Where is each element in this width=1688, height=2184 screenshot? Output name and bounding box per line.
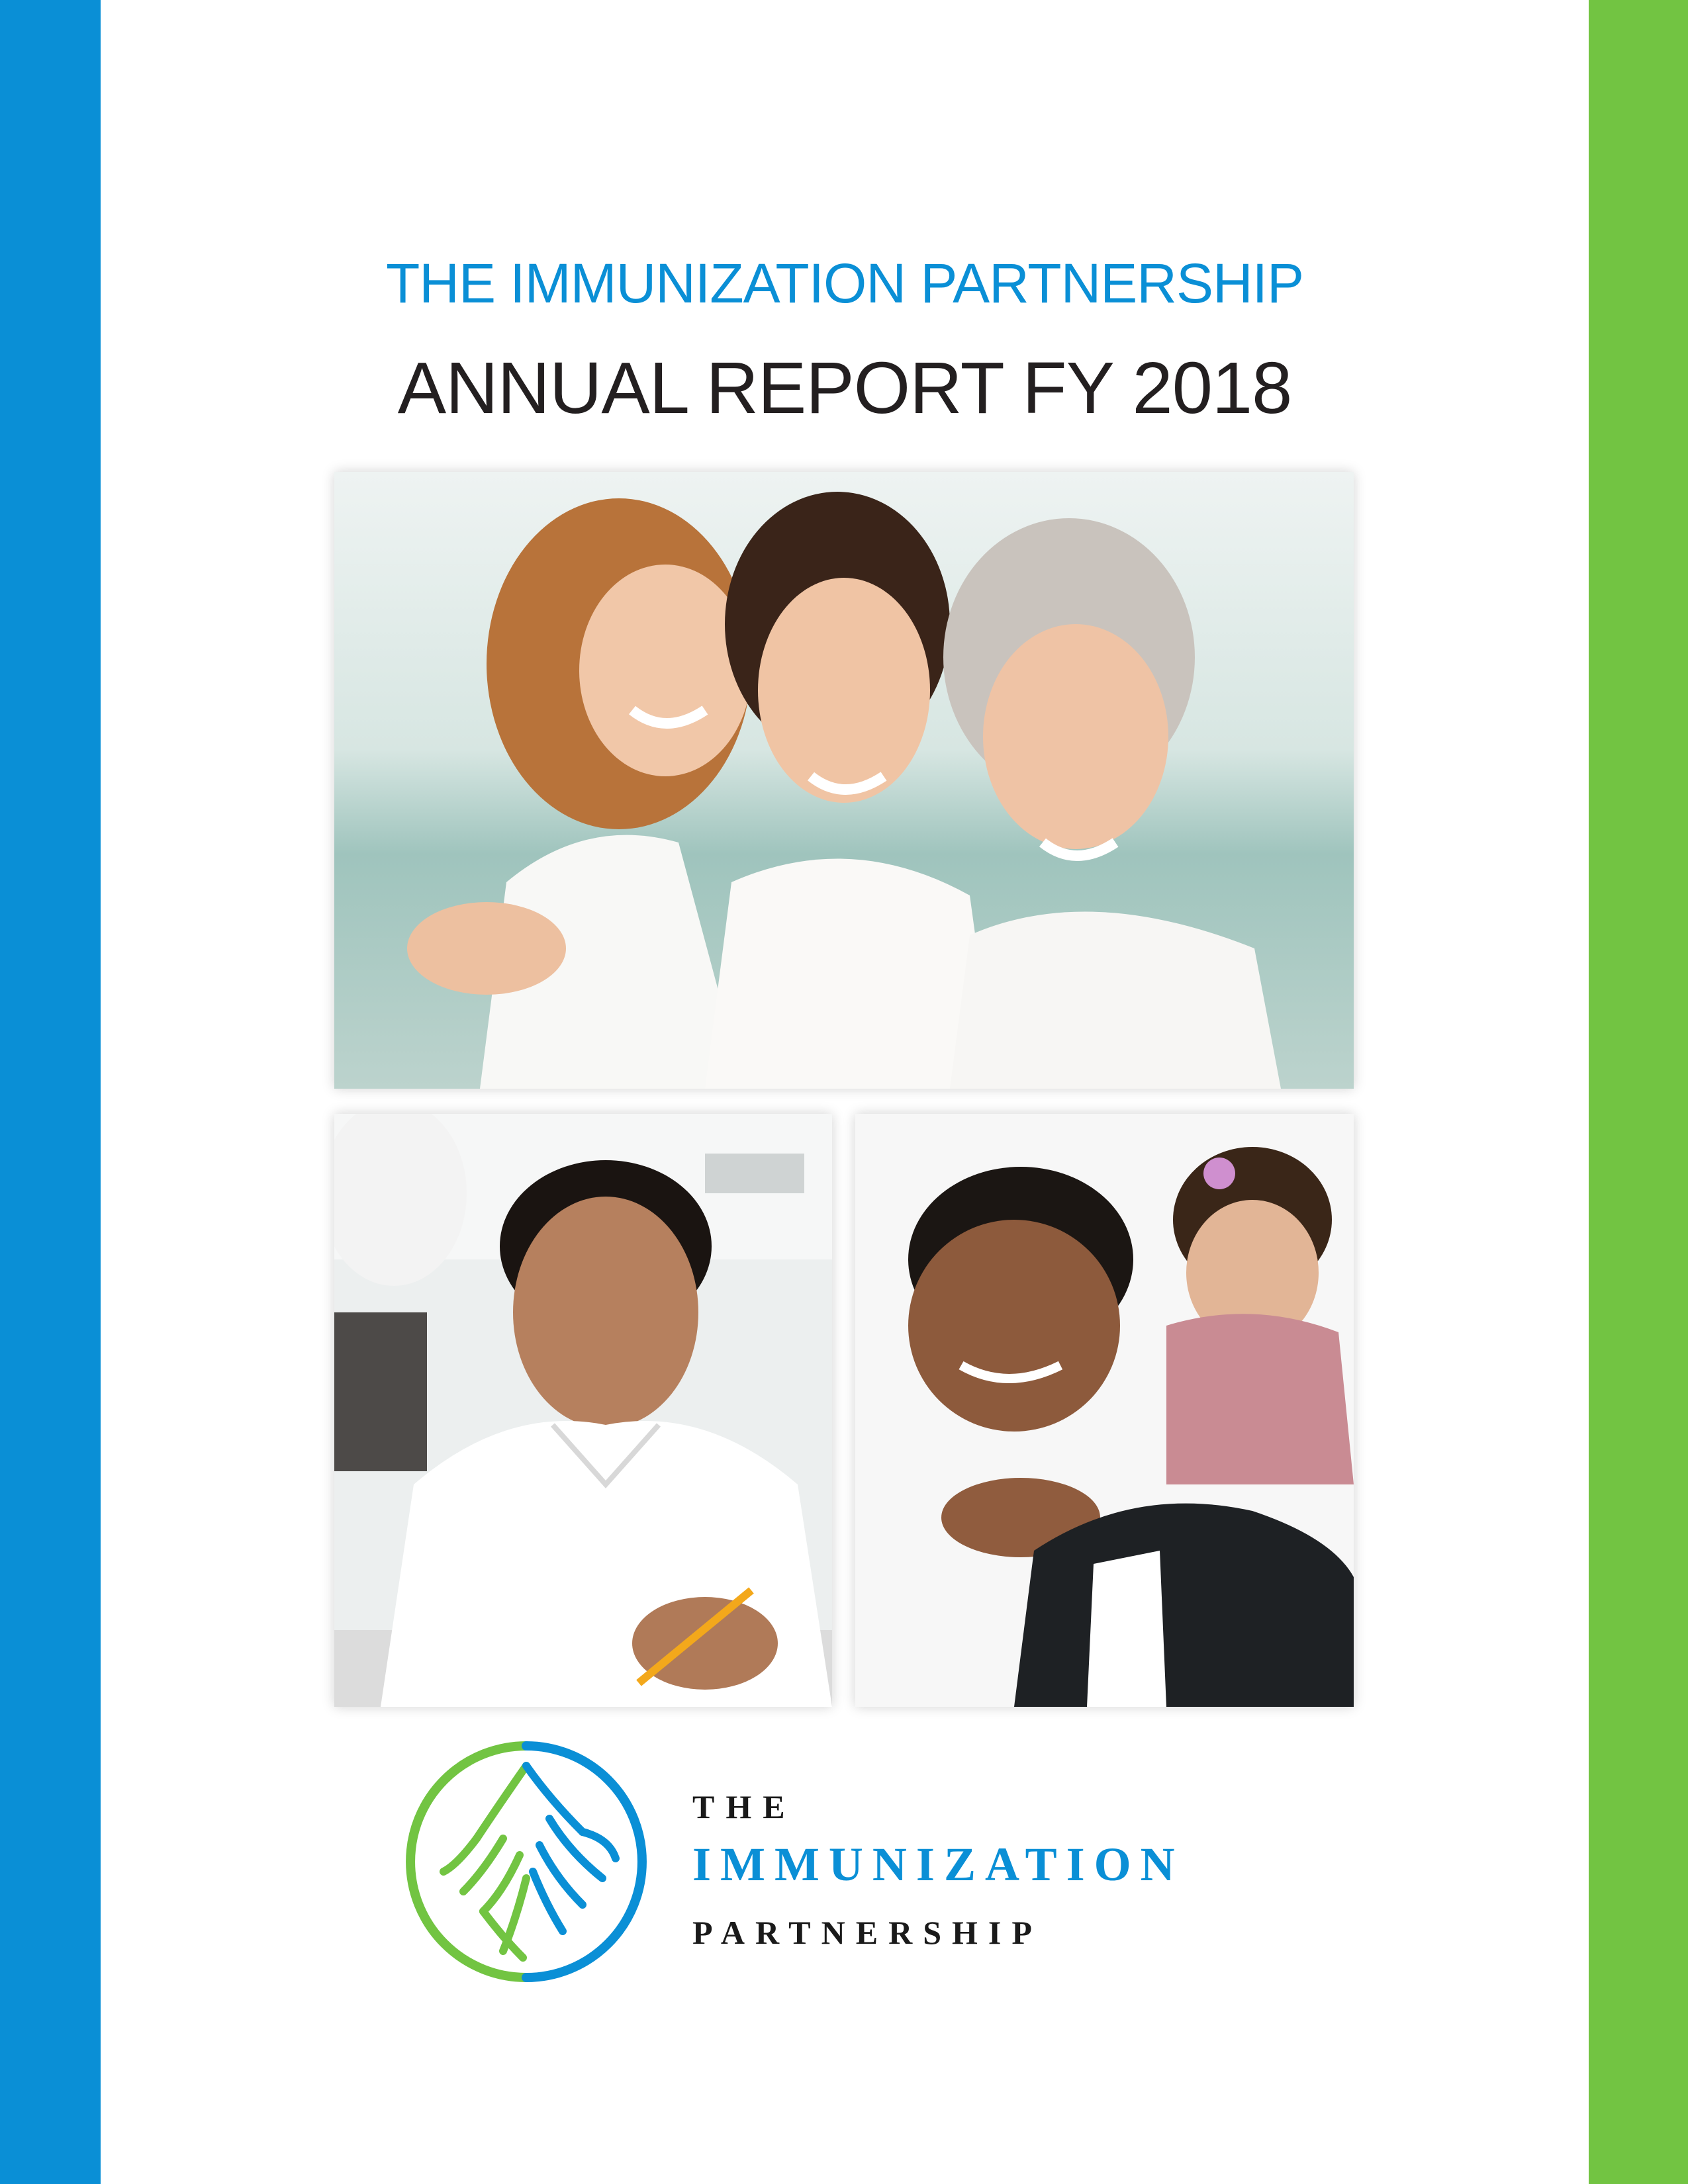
logo-line-immunization: IMMUNIZATION xyxy=(692,1838,1184,1891)
family-photo xyxy=(334,472,1354,1089)
mother-child-photo xyxy=(855,1114,1354,1707)
logo-line-the: THE xyxy=(692,1788,796,1825)
report-title: ANNUAL REPORT FY 2018 xyxy=(397,347,1293,429)
right-green-bar xyxy=(1589,0,1688,2184)
left-blue-bar xyxy=(0,0,101,2184)
family-photo-image xyxy=(334,472,1354,1089)
student-photo-image xyxy=(334,1114,832,1707)
logo-line-partnership: PARTNERSHIP xyxy=(692,1914,1043,1951)
logo-mark-svg xyxy=(406,1741,647,1982)
student-photo xyxy=(334,1114,832,1707)
org-heading: THE IMMUNIZATION PARTNERSHIP xyxy=(385,252,1304,314)
hands-circle-icon xyxy=(404,1739,649,1984)
mother-child-photo-image xyxy=(855,1114,1354,1707)
